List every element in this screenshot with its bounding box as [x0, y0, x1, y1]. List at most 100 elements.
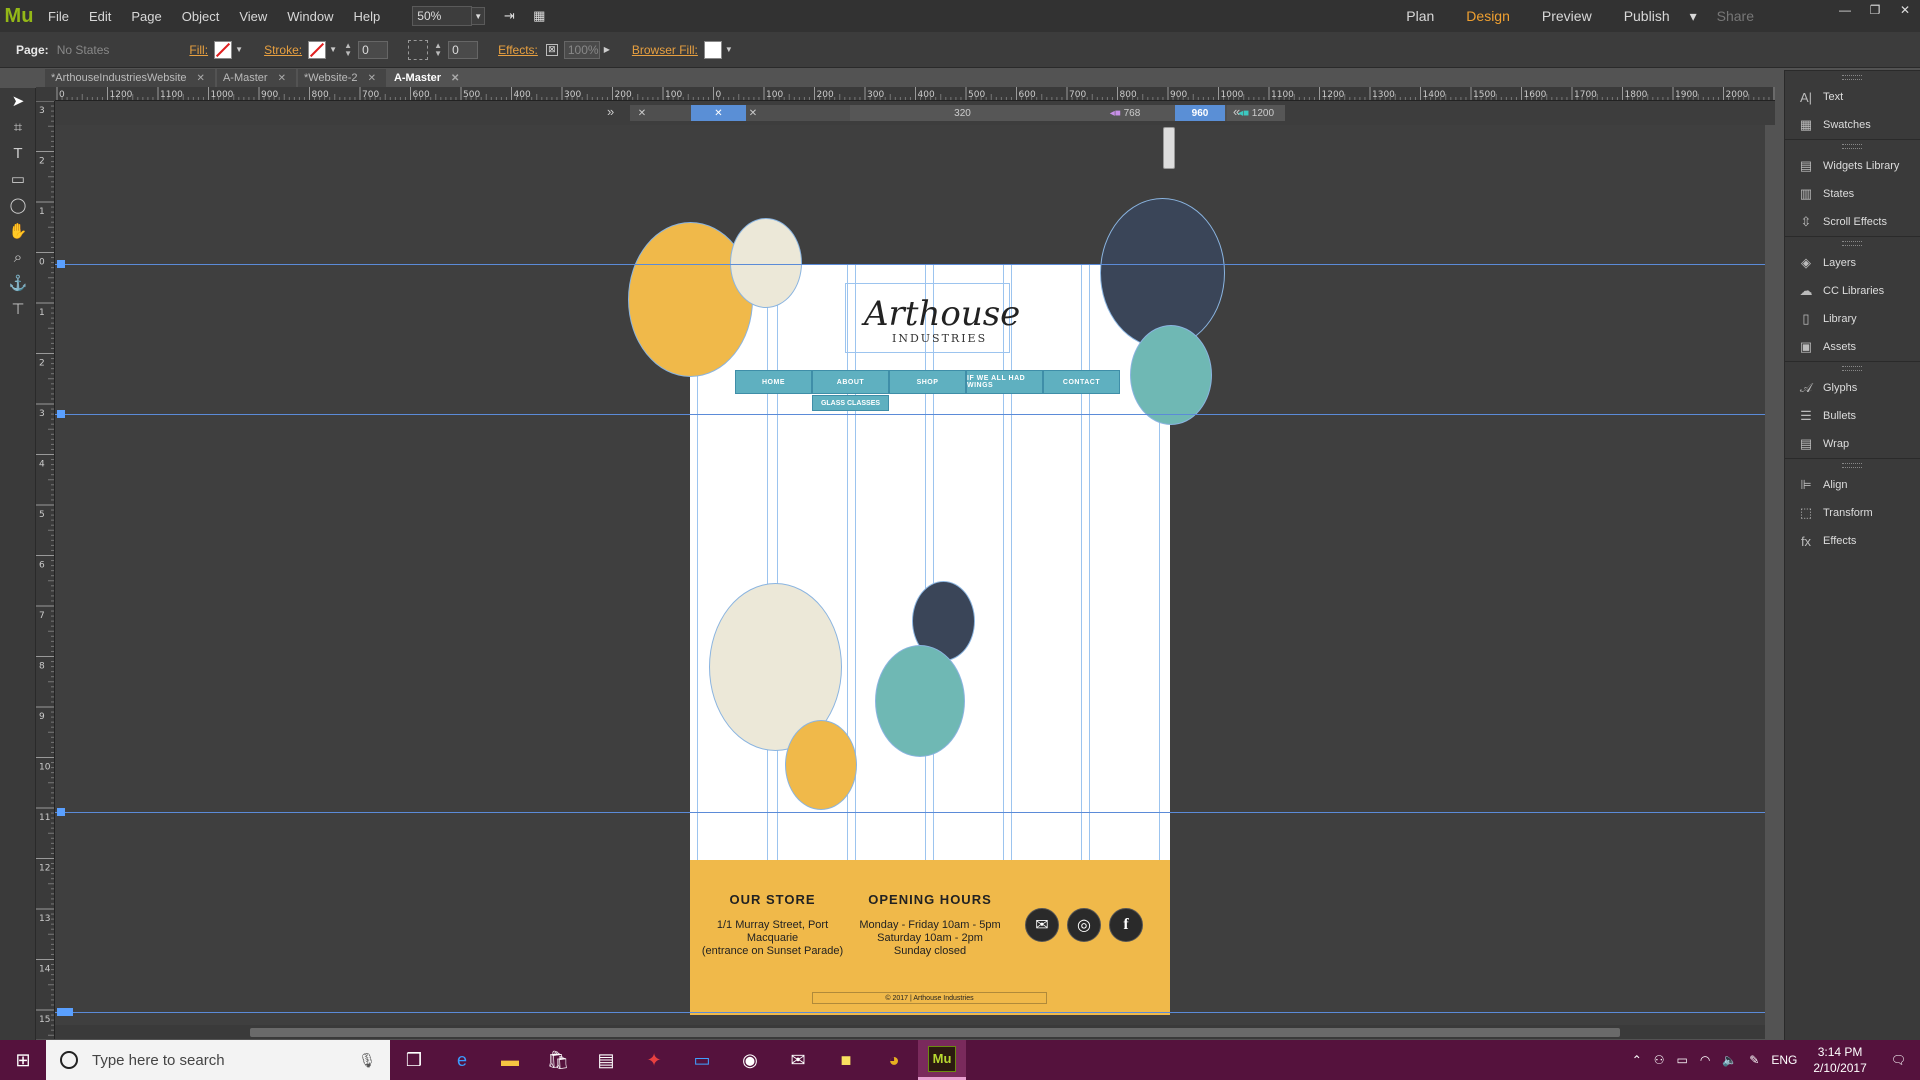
menu-help[interactable]: Help — [344, 9, 391, 24]
tab-a-master-active[interactable]: A-Master ✕ — [387, 69, 470, 87]
browser-fill-swatch[interactable] — [703, 40, 722, 59]
clock[interactable]: 3:14 PM 2/10/2017 — [1803, 1044, 1876, 1076]
menu-page[interactable]: Page — [121, 9, 171, 24]
guide-line[interactable] — [55, 1012, 1765, 1013]
breakpoint-segment-blue[interactable]: ✕ — [691, 105, 746, 121]
panel-scroll-effects[interactable]: ⇳ Scroll Effects — [1785, 208, 1920, 236]
chevron-down-icon[interactable]: ▼ — [234, 41, 244, 59]
zoom-tool-icon[interactable]: ⌕ — [0, 244, 36, 270]
panel-layers[interactable]: ◈ Layers — [1785, 249, 1920, 277]
nav-item-about[interactable]: ABOUT — [812, 370, 889, 394]
volume-icon[interactable]: 🔈 — [1716, 1053, 1743, 1067]
close-icon[interactable]: ✕ — [637, 105, 647, 121]
store-icon[interactable]: 🛍 — [534, 1040, 582, 1080]
hand-tool-icon[interactable]: ✋ — [0, 218, 36, 244]
sticky-notes-icon[interactable]: ■ — [822, 1040, 870, 1080]
close-icon[interactable]: ✕ — [451, 73, 459, 84]
panel-group-grip[interactable] — [1785, 236, 1920, 249]
horizontal-scrollbar[interactable] — [55, 1025, 1765, 1039]
panel-assets[interactable]: ▣ Assets — [1785, 333, 1920, 361]
mail-icon[interactable]: ✉ — [774, 1040, 822, 1080]
panel-wrap[interactable]: ▤ Wrap — [1785, 430, 1920, 458]
tab-arthouse-website[interactable]: *ArthouseIndustriesWebsite ✕ — [45, 69, 215, 87]
guide-handle[interactable] — [57, 410, 65, 418]
site-logo[interactable]: Arthouse INDUSTRIES — [845, 283, 1020, 353]
breakpoint-320[interactable]: 320 — [850, 105, 1075, 121]
task-view-icon[interactable]: ❒ — [390, 1040, 438, 1080]
menu-edit[interactable]: Edit — [79, 9, 121, 24]
browser-fill-label[interactable]: Browser Fill: — [632, 43, 698, 57]
chevron-down-icon[interactable]: ▼ — [471, 7, 486, 25]
chevron-up-icon[interactable]: ⌃ — [1626, 1053, 1648, 1067]
windows-start-icon[interactable]: ⊞ — [0, 1040, 46, 1080]
corner-radius-input[interactable]: 0 — [448, 40, 479, 59]
microphone-icon[interactable]: 🎙 — [358, 1052, 376, 1069]
battery-icon[interactable]: ▭ — [1671, 1053, 1694, 1067]
camera-app-icon[interactable]: ◉ — [726, 1040, 774, 1080]
stroke-width-input[interactable]: 0 — [358, 40, 389, 59]
crop-tool-icon[interactable]: ⌗ — [0, 114, 36, 140]
opacity-input[interactable]: 100% — [563, 40, 600, 59]
scrollbar-thumb[interactable] — [250, 1028, 1620, 1037]
zoom-select[interactable]: 50% ▼ — [412, 6, 486, 26]
taskbar-search[interactable]: Type here to search 🎙 — [46, 1040, 390, 1080]
decor-circle-cream[interactable] — [730, 218, 802, 308]
view-mode-icon[interactable]: ▦ — [528, 7, 550, 25]
menu-file[interactable]: File — [38, 9, 79, 24]
panel-effects[interactable]: fx Effects — [1785, 527, 1920, 555]
corner-stepper-icon[interactable]: ▲ ▼ — [434, 41, 444, 58]
app-icon[interactable]: ▤ — [582, 1040, 630, 1080]
chevron-down-icon[interactable]: ▼ — [724, 41, 734, 59]
chevron-double-right-icon[interactable]: » — [607, 104, 614, 119]
panel-cc-libraries[interactable]: ☁ CC Libraries — [1785, 277, 1920, 305]
page-states-value[interactable]: No States — [57, 43, 110, 57]
action-center-icon[interactable]: 🗨 — [1877, 1053, 1920, 1067]
place-icon[interactable]: ⇥ — [498, 7, 520, 25]
chevron-down-icon[interactable]: ▾ — [1686, 8, 1701, 25]
mode-publish[interactable]: Publish — [1608, 8, 1686, 24]
language-indicator[interactable]: ENG — [1765, 1053, 1803, 1067]
site-footer[interactable]: OUR STORE 1/1 Murray Street, Port Macqua… — [690, 860, 1170, 1015]
chevron-double-left-icon[interactable]: « — [1233, 104, 1240, 119]
pen-icon[interactable]: ✎ — [1743, 1053, 1765, 1067]
vertical-ruler[interactable]: 3 2 1 0 1 2 3 4 5 6 7 8 9 10 11 12 13 14 15 — [36, 101, 55, 1039]
stroke-label[interactable]: Stroke: — [264, 43, 302, 57]
chevron-right-icon[interactable]: ▶ — [602, 41, 612, 59]
decor-circle-mustard-small[interactable] — [785, 720, 857, 810]
panel-swatches[interactable]: ▦ Swatches — [1785, 111, 1920, 139]
tab-website-2[interactable]: *Website-2 ✕ — [297, 69, 386, 87]
panel-transform[interactable]: ⬚ Transform — [1785, 499, 1920, 527]
panel-states[interactable]: ▥ States — [1785, 180, 1920, 208]
ellipse-tool-icon[interactable]: ◯ — [0, 192, 36, 218]
panel-group-grip[interactable] — [1785, 139, 1920, 152]
nav-item-wings[interactable]: IF WE ALL HAD WINGS — [966, 370, 1043, 394]
fill-label[interactable]: Fill: — [189, 43, 208, 57]
panel-group-grip[interactable] — [1785, 458, 1920, 471]
muse-taskbar-button[interactable]: Mu — [918, 1040, 966, 1080]
nav-subitem-glass-classes[interactable]: GLASS CLASSES — [812, 395, 889, 411]
network-app-icon[interactable]: ⚇ — [1648, 1053, 1671, 1067]
panel-library[interactable]: ▯ Library — [1785, 305, 1920, 333]
guide-handle[interactable] — [57, 260, 65, 268]
mode-preview[interactable]: Preview — [1526, 8, 1608, 24]
panel-group-grip[interactable] — [1785, 361, 1920, 374]
email-icon[interactable]: ✉ — [1025, 908, 1059, 942]
panel-widgets-library[interactable]: ▤ Widgets Library — [1785, 152, 1920, 180]
close-icon[interactable]: ✕ — [748, 105, 758, 121]
page-resize-handle[interactable] — [1163, 127, 1175, 169]
nav-item-home[interactable]: HOME — [735, 370, 812, 394]
selection-tool-icon[interactable]: ➤ — [0, 88, 36, 114]
tablet-app-icon[interactable]: ▭ — [678, 1040, 726, 1080]
guide-line[interactable] — [55, 264, 1765, 265]
rectangle-tool-icon[interactable]: ▭ — [0, 166, 36, 192]
close-icon[interactable]: ✕ — [1890, 0, 1920, 20]
text-frame-tool-icon[interactable]: ⊤ — [0, 296, 36, 322]
panel-glyphs[interactable]: 𝒜 Glyphs — [1785, 374, 1920, 402]
mode-share[interactable]: Share — [1701, 8, 1770, 24]
mode-plan[interactable]: Plan — [1390, 8, 1450, 24]
close-icon[interactable]: ✕ — [368, 73, 376, 84]
restore-icon[interactable]: ❐ — [1860, 0, 1890, 20]
instagram-icon[interactable]: ◎ — [1067, 908, 1101, 942]
wifi-icon[interactable]: ◠ — [1694, 1053, 1716, 1067]
effects-icon[interactable]: ⊠ — [545, 43, 558, 56]
